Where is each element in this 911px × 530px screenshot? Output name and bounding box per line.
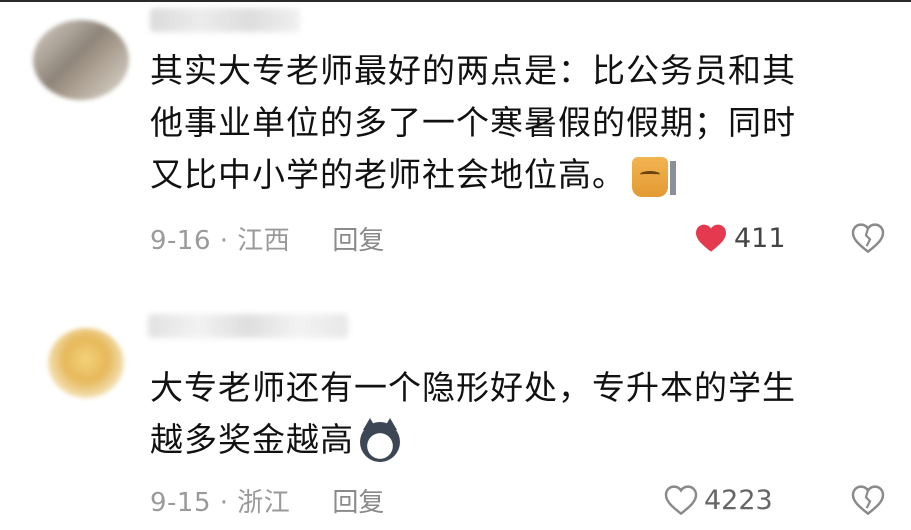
broken-heart-icon (851, 223, 885, 253)
dislike-button[interactable] (848, 480, 888, 520)
heart-filled-icon (696, 224, 726, 252)
heart-outline-icon (664, 485, 698, 515)
comments-page: 其实大专老师最好的两点是：比公务员和其 他事业单位的多了一个寒暑假的假期；同时 又比… (0, 0, 911, 530)
avatar[interactable] (48, 328, 124, 398)
dislike-button[interactable] (848, 218, 888, 258)
comment-line: 他事业单位的多了一个寒暑假的假期；同时 (150, 103, 796, 142)
like-button[interactable]: 4223 (664, 480, 773, 520)
comment-line: 又比中小学的老师社会地位高。 (150, 155, 626, 194)
comment-text: 大专老师还有一个隐形好处，专升本的学生 越多奖金越高 (150, 362, 870, 466)
broken-heart-icon (851, 485, 885, 515)
husky-emoji-icon (360, 417, 400, 462)
comment-item: 大专老师还有一个隐形好处，专升本的学生 越多奖金越高 9-15 · 浙江 回复 4… (0, 300, 911, 530)
username-blurred[interactable] (150, 8, 300, 32)
comment-line: 越多奖金越高 (150, 420, 354, 459)
username-blurred[interactable] (148, 314, 348, 338)
date-location: 9-16 · 江西 (150, 225, 291, 256)
comment-line: 大专老师还有一个隐形好处，专升本的学生 (150, 368, 796, 407)
like-count: 4223 (704, 484, 773, 516)
like-button[interactable]: 411 (694, 218, 786, 258)
like-count: 411 (734, 222, 786, 254)
reply-button[interactable]: 回复 (332, 482, 384, 519)
comment-meta: 9-15 · 浙江 回复 (150, 480, 384, 520)
doge-emoji-icon (632, 156, 676, 197)
comment-meta: 9-16 · 江西 回复 (150, 218, 384, 258)
comment-text: 其实大专老师最好的两点是：比公务员和其 他事业单位的多了一个寒暑假的假期；同时 又比… (150, 45, 870, 201)
comment-line: 其实大专老师最好的两点是：比公务员和其 (150, 51, 796, 90)
comment-item: 其实大专老师最好的两点是：比公务员和其 他事业单位的多了一个寒暑假的假期；同时 又比… (0, 0, 911, 270)
avatar[interactable] (33, 20, 129, 100)
date-location: 9-15 · 浙江 (150, 487, 291, 518)
reply-button[interactable]: 回复 (332, 220, 384, 257)
